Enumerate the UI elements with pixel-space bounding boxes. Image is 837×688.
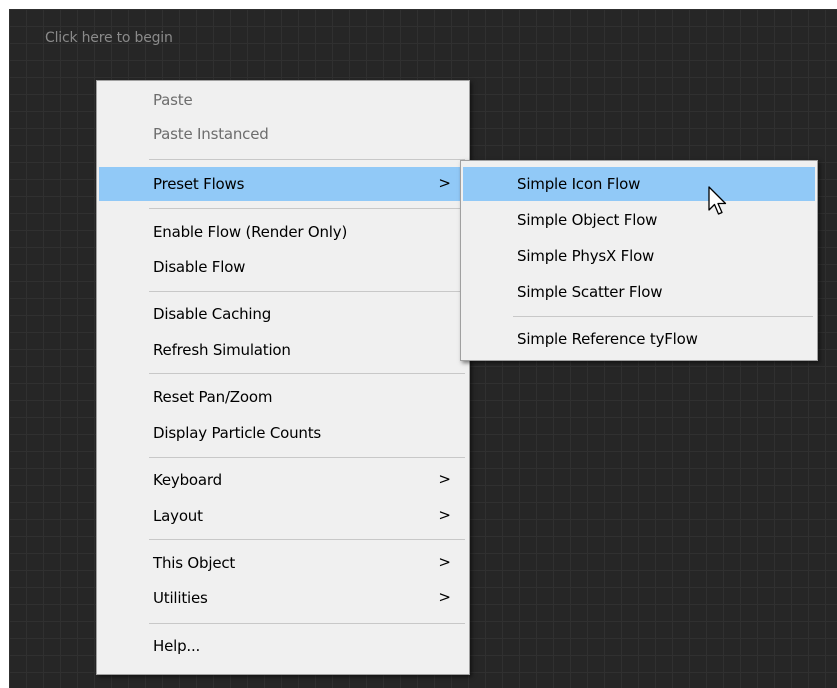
preset-flows-submenu: Simple Icon Flow Simple Object Flow Simp… <box>460 160 818 361</box>
menu-item-label: Paste Instanced <box>153 125 269 143</box>
menu-item-this-object[interactable]: This Object > <box>99 546 467 580</box>
menu-separator <box>149 208 465 209</box>
menu-item-label: Paste <box>153 91 193 109</box>
menu-item-label: Layout <box>153 507 203 525</box>
menu-separator <box>149 539 465 540</box>
menu-item-paste[interactable]: Paste <box>99 83 467 117</box>
menu-item-enable-flow[interactable]: Enable Flow (Render Only) <box>99 215 467 249</box>
menu-item-label: Disable Caching <box>153 305 272 323</box>
menu-item-label: Simple PhysX Flow <box>517 247 655 265</box>
menu-separator <box>149 623 465 624</box>
menu-separator <box>149 457 465 458</box>
menu-item-layout[interactable]: Layout > <box>99 499 467 533</box>
menu-item-label: Refresh Simulation <box>153 341 291 359</box>
menu-item-reset-pan-zoom[interactable]: Reset Pan/Zoom <box>99 380 467 414</box>
menu-item-label: Preset Flows <box>153 175 245 193</box>
chevron-right-icon: > <box>438 588 451 606</box>
menu-separator <box>149 373 465 374</box>
mouse-pointer-icon <box>708 186 727 215</box>
menu-item-label: Help... <box>153 637 201 655</box>
menu-item-label: Enable Flow (Render Only) <box>153 223 348 241</box>
menu-item-preset-flows[interactable]: Preset Flows > <box>99 167 467 201</box>
menu-item-keyboard[interactable]: Keyboard > <box>99 463 467 497</box>
menu-item-help[interactable]: Help... <box>99 629 467 663</box>
chevron-right-icon: > <box>438 470 451 488</box>
chevron-right-icon: > <box>438 553 451 571</box>
menu-item-label: Simple Scatter Flow <box>517 283 663 301</box>
menu-item-simple-object-flow[interactable]: Simple Object Flow <box>463 203 815 237</box>
menu-item-disable-flow[interactable]: Disable Flow <box>99 250 467 284</box>
menu-item-label: Display Particle Counts <box>153 424 322 442</box>
context-menu: Paste Paste Instanced Preset Flows > Ena… <box>96 80 470 675</box>
menu-item-simple-reference-tyflow[interactable]: Simple Reference tyFlow <box>463 322 815 356</box>
menu-item-refresh-simulation[interactable]: Refresh Simulation <box>99 333 467 367</box>
menu-item-label: Simple Reference tyFlow <box>517 330 698 348</box>
menu-item-disable-caching[interactable]: Disable Caching <box>99 297 467 331</box>
chevron-right-icon: > <box>438 506 451 524</box>
menu-separator <box>513 316 813 317</box>
menu-item-utilities[interactable]: Utilities > <box>99 581 467 615</box>
menu-separator <box>149 291 465 292</box>
menu-item-simple-icon-flow[interactable]: Simple Icon Flow <box>463 167 815 201</box>
menu-item-label: Reset Pan/Zoom <box>153 388 273 406</box>
chevron-right-icon: > <box>438 174 451 192</box>
menu-item-paste-instanced[interactable]: Paste Instanced <box>99 117 467 151</box>
menu-item-simple-physx-flow[interactable]: Simple PhysX Flow <box>463 239 815 273</box>
menu-item-label: Utilities <box>153 589 208 607</box>
canvas-hint[interactable]: Click here to begin <box>45 30 173 46</box>
menu-item-label: Disable Flow <box>153 258 246 276</box>
menu-item-label: Keyboard <box>153 471 222 489</box>
menu-item-label: This Object <box>153 554 236 572</box>
menu-separator <box>149 159 465 160</box>
menu-item-display-particle-counts[interactable]: Display Particle Counts <box>99 416 467 450</box>
menu-item-simple-scatter-flow[interactable]: Simple Scatter Flow <box>463 275 815 309</box>
menu-item-label: Simple Object Flow <box>517 211 658 229</box>
menu-item-label: Simple Icon Flow <box>517 175 641 193</box>
